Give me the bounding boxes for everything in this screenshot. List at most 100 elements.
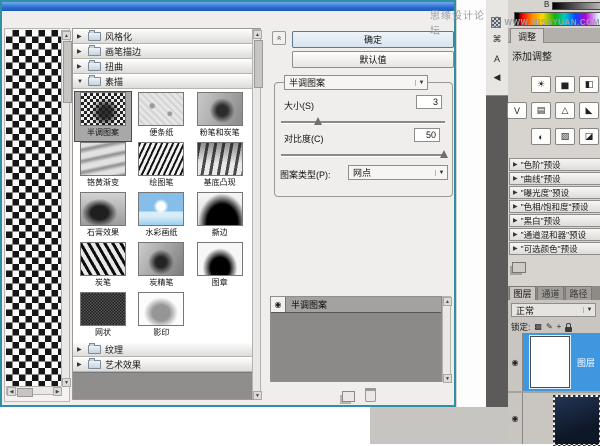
- preview-horizontal-scrollbar[interactable]: ◀ ▶: [6, 386, 61, 395]
- brightness-contrast-icon[interactable]: ☀: [531, 76, 551, 93]
- scroll-left-icon[interactable]: ◀: [7, 387, 16, 396]
- vibrance-icon[interactable]: V: [507, 102, 527, 119]
- character-panel-icon[interactable]: A: [490, 52, 505, 65]
- preview-checkerboard[interactable]: [6, 30, 61, 386]
- scroll-up-icon[interactable]: ▲: [62, 31, 71, 40]
- category-sketch[interactable]: ▼ 素描: [73, 74, 252, 89]
- preset-curves[interactable]: ▶ "曲线"预设: [509, 172, 600, 185]
- filter-thumb-bas-relief[interactable]: 基底凸现: [192, 142, 248, 191]
- scrollbar-thumb[interactable]: [254, 40, 263, 88]
- scroll-down-icon[interactable]: ▼: [62, 378, 71, 387]
- preset-channel-mixer[interactable]: ▶ "通道混和器"预设: [509, 228, 600, 241]
- filter-thumb-label: 铬黄渐变: [87, 177, 119, 188]
- collapse-thumbnails-button[interactable]: «: [272, 31, 286, 45]
- filter-thumb-plaster[interactable]: 石膏效果: [75, 192, 131, 241]
- tab-channels[interactable]: 通道: [537, 286, 564, 300]
- filter-thumb-chalk-charcoal[interactable]: 粉笔和炭笔: [192, 92, 248, 141]
- scroll-down-icon[interactable]: ▼: [253, 391, 262, 400]
- visibility-eye-icon[interactable]: ◉: [271, 297, 286, 312]
- new-preset-icon[interactable]: [512, 262, 526, 273]
- delete-effect-layer-icon[interactable]: [365, 388, 376, 402]
- pattern-type-dropdown[interactable]: 网点 ▼: [348, 165, 448, 180]
- color-balance-icon[interactable]: △: [555, 102, 575, 119]
- tab-paths[interactable]: 路径: [565, 286, 592, 300]
- category-texture[interactable]: ▶ 纹理: [73, 342, 252, 357]
- category-stylize[interactable]: ▶ 风格化: [73, 29, 252, 44]
- black-white-icon[interactable]: ◣: [579, 102, 599, 119]
- preset-levels[interactable]: ▶ "色阶"预设: [509, 158, 600, 171]
- lock-move-icon[interactable]: +: [557, 323, 562, 331]
- filter-thumb-image: [80, 192, 126, 226]
- filter-thumb-photocopy[interactable]: 影印: [133, 292, 189, 341]
- category-artistic[interactable]: ▶ 艺术效果: [73, 357, 252, 372]
- size-slider-thumb[interactable]: [314, 117, 322, 125]
- layer-thumbnail[interactable]: [553, 395, 600, 446]
- color-b-slider[interactable]: [552, 2, 600, 10]
- invert-icon[interactable]: ◪: [579, 128, 599, 145]
- layer-row-selected[interactable]: ◉ 图层: [508, 333, 600, 391]
- adjustment-presets-list: ▶ "色阶"预设 ▶ "曲线"预设 ▶ "曝光度"预设 ▶ "色相/饱和度"预设…: [509, 158, 600, 255]
- category-distort[interactable]: ▶ 扭曲: [73, 59, 252, 74]
- effect-list-scrollbar[interactable]: ▲ ▼: [442, 296, 451, 382]
- contrast-slider-thumb[interactable]: [440, 150, 448, 158]
- dialog-titlebar[interactable]: [2, 2, 454, 11]
- preset-black-white[interactable]: ▶ "黑白"预设: [509, 214, 600, 227]
- scrollbar-thumb[interactable]: [17, 388, 33, 397]
- expander-icon: ▶: [77, 33, 84, 40]
- preview-vertical-scrollbar[interactable]: ▲ ▼: [61, 30, 70, 386]
- category-brush-strokes[interactable]: ▶ 画笔描边: [73, 44, 252, 59]
- lock-all-icon[interactable]: [565, 327, 572, 332]
- curves-icon[interactable]: ◧: [579, 76, 599, 93]
- preset-exposure[interactable]: ▶ "曝光度"预设: [509, 186, 600, 199]
- preset-hue-saturation[interactable]: ▶ "色相/饱和度"预设: [509, 200, 600, 213]
- filter-thumb-halftone-pattern[interactable]: 半调图案: [75, 92, 131, 141]
- filter-thumb-graphic-pen[interactable]: 绘图笔: [133, 142, 189, 191]
- layer-thumbnail[interactable]: [530, 336, 570, 388]
- size-value-field[interactable]: 3: [416, 95, 442, 109]
- filter-thumb-charcoal[interactable]: 炭笔: [75, 242, 131, 291]
- filter-select-dropdown[interactable]: 半调图案 ▼: [284, 75, 428, 90]
- filter-thumb-note-paper[interactable]: 便条纸: [133, 92, 189, 141]
- blend-mode-dropdown[interactable]: 正常 ▼: [511, 303, 596, 317]
- scrollbar-thumb[interactable]: [63, 41, 72, 103]
- lock-transparency-icon[interactable]: ▩: [534, 323, 542, 331]
- default-button[interactable]: 默认值: [292, 51, 454, 68]
- brush-panel-icon[interactable]: ✿: [490, 14, 505, 27]
- lock-paint-icon[interactable]: ✎: [546, 323, 553, 331]
- photo-filter-icon[interactable]: ◐: [531, 128, 551, 145]
- hue-saturation-icon[interactable]: ▤: [531, 102, 551, 119]
- levels-icon[interactable]: ▅: [555, 76, 575, 93]
- scroll-up-icon[interactable]: ▲: [253, 30, 262, 39]
- new-effect-layer-icon[interactable]: [342, 391, 355, 402]
- ok-button[interactable]: 确定: [292, 31, 454, 48]
- filter-thumb-conte-crayon[interactable]: 炭精笔: [133, 242, 189, 291]
- filter-thumb-stamp[interactable]: 图章: [192, 242, 248, 291]
- preset-selective-color[interactable]: ▶ "可选颜色"预设: [509, 242, 600, 255]
- scroll-down-icon[interactable]: ▼: [443, 374, 452, 383]
- visibility-eye-icon[interactable]: ◉: [508, 333, 523, 391]
- channel-mixer-icon[interactable]: ▨: [555, 128, 575, 145]
- effect-layer-list: ◉ 半调图案: [270, 296, 442, 382]
- filter-thumb-torn-edges[interactable]: 撕边: [192, 192, 248, 241]
- notes-panel-icon[interactable]: ◀: [490, 71, 505, 84]
- contrast-slider[interactable]: [281, 154, 445, 157]
- double-chevron-icon: «: [275, 36, 283, 40]
- filter-thumb-chrome[interactable]: 铬黄渐变: [75, 142, 131, 191]
- adjustments-tab-row: 调整: [508, 28, 600, 43]
- filter-list-scrollbar[interactable]: ▲ ▼: [252, 29, 261, 399]
- filter-thumb-water-paper[interactable]: 水彩画纸: [133, 192, 189, 241]
- layer-row-background[interactable]: ◉: [508, 393, 600, 444]
- size-slider[interactable]: [281, 121, 445, 124]
- clone-source-panel-icon[interactable]: ⌘: [490, 33, 505, 46]
- effect-layer-row[interactable]: ◉ 半调图案: [271, 297, 441, 313]
- filter-thumb-reticulation[interactable]: 网状: [75, 292, 131, 341]
- filter-thumb-image: [138, 242, 184, 276]
- tab-adjustments[interactable]: 调整: [510, 28, 544, 43]
- color-spectrum-ramp[interactable]: [514, 12, 600, 26]
- scroll-right-icon[interactable]: ▶: [53, 387, 62, 396]
- visibility-eye-icon[interactable]: ◉: [508, 393, 523, 444]
- scroll-up-icon[interactable]: ▲: [443, 297, 452, 306]
- tab-layers[interactable]: 图层: [509, 286, 536, 300]
- filter-thumb-label: 炭精笔: [149, 277, 173, 288]
- contrast-value-field[interactable]: 50: [414, 128, 440, 142]
